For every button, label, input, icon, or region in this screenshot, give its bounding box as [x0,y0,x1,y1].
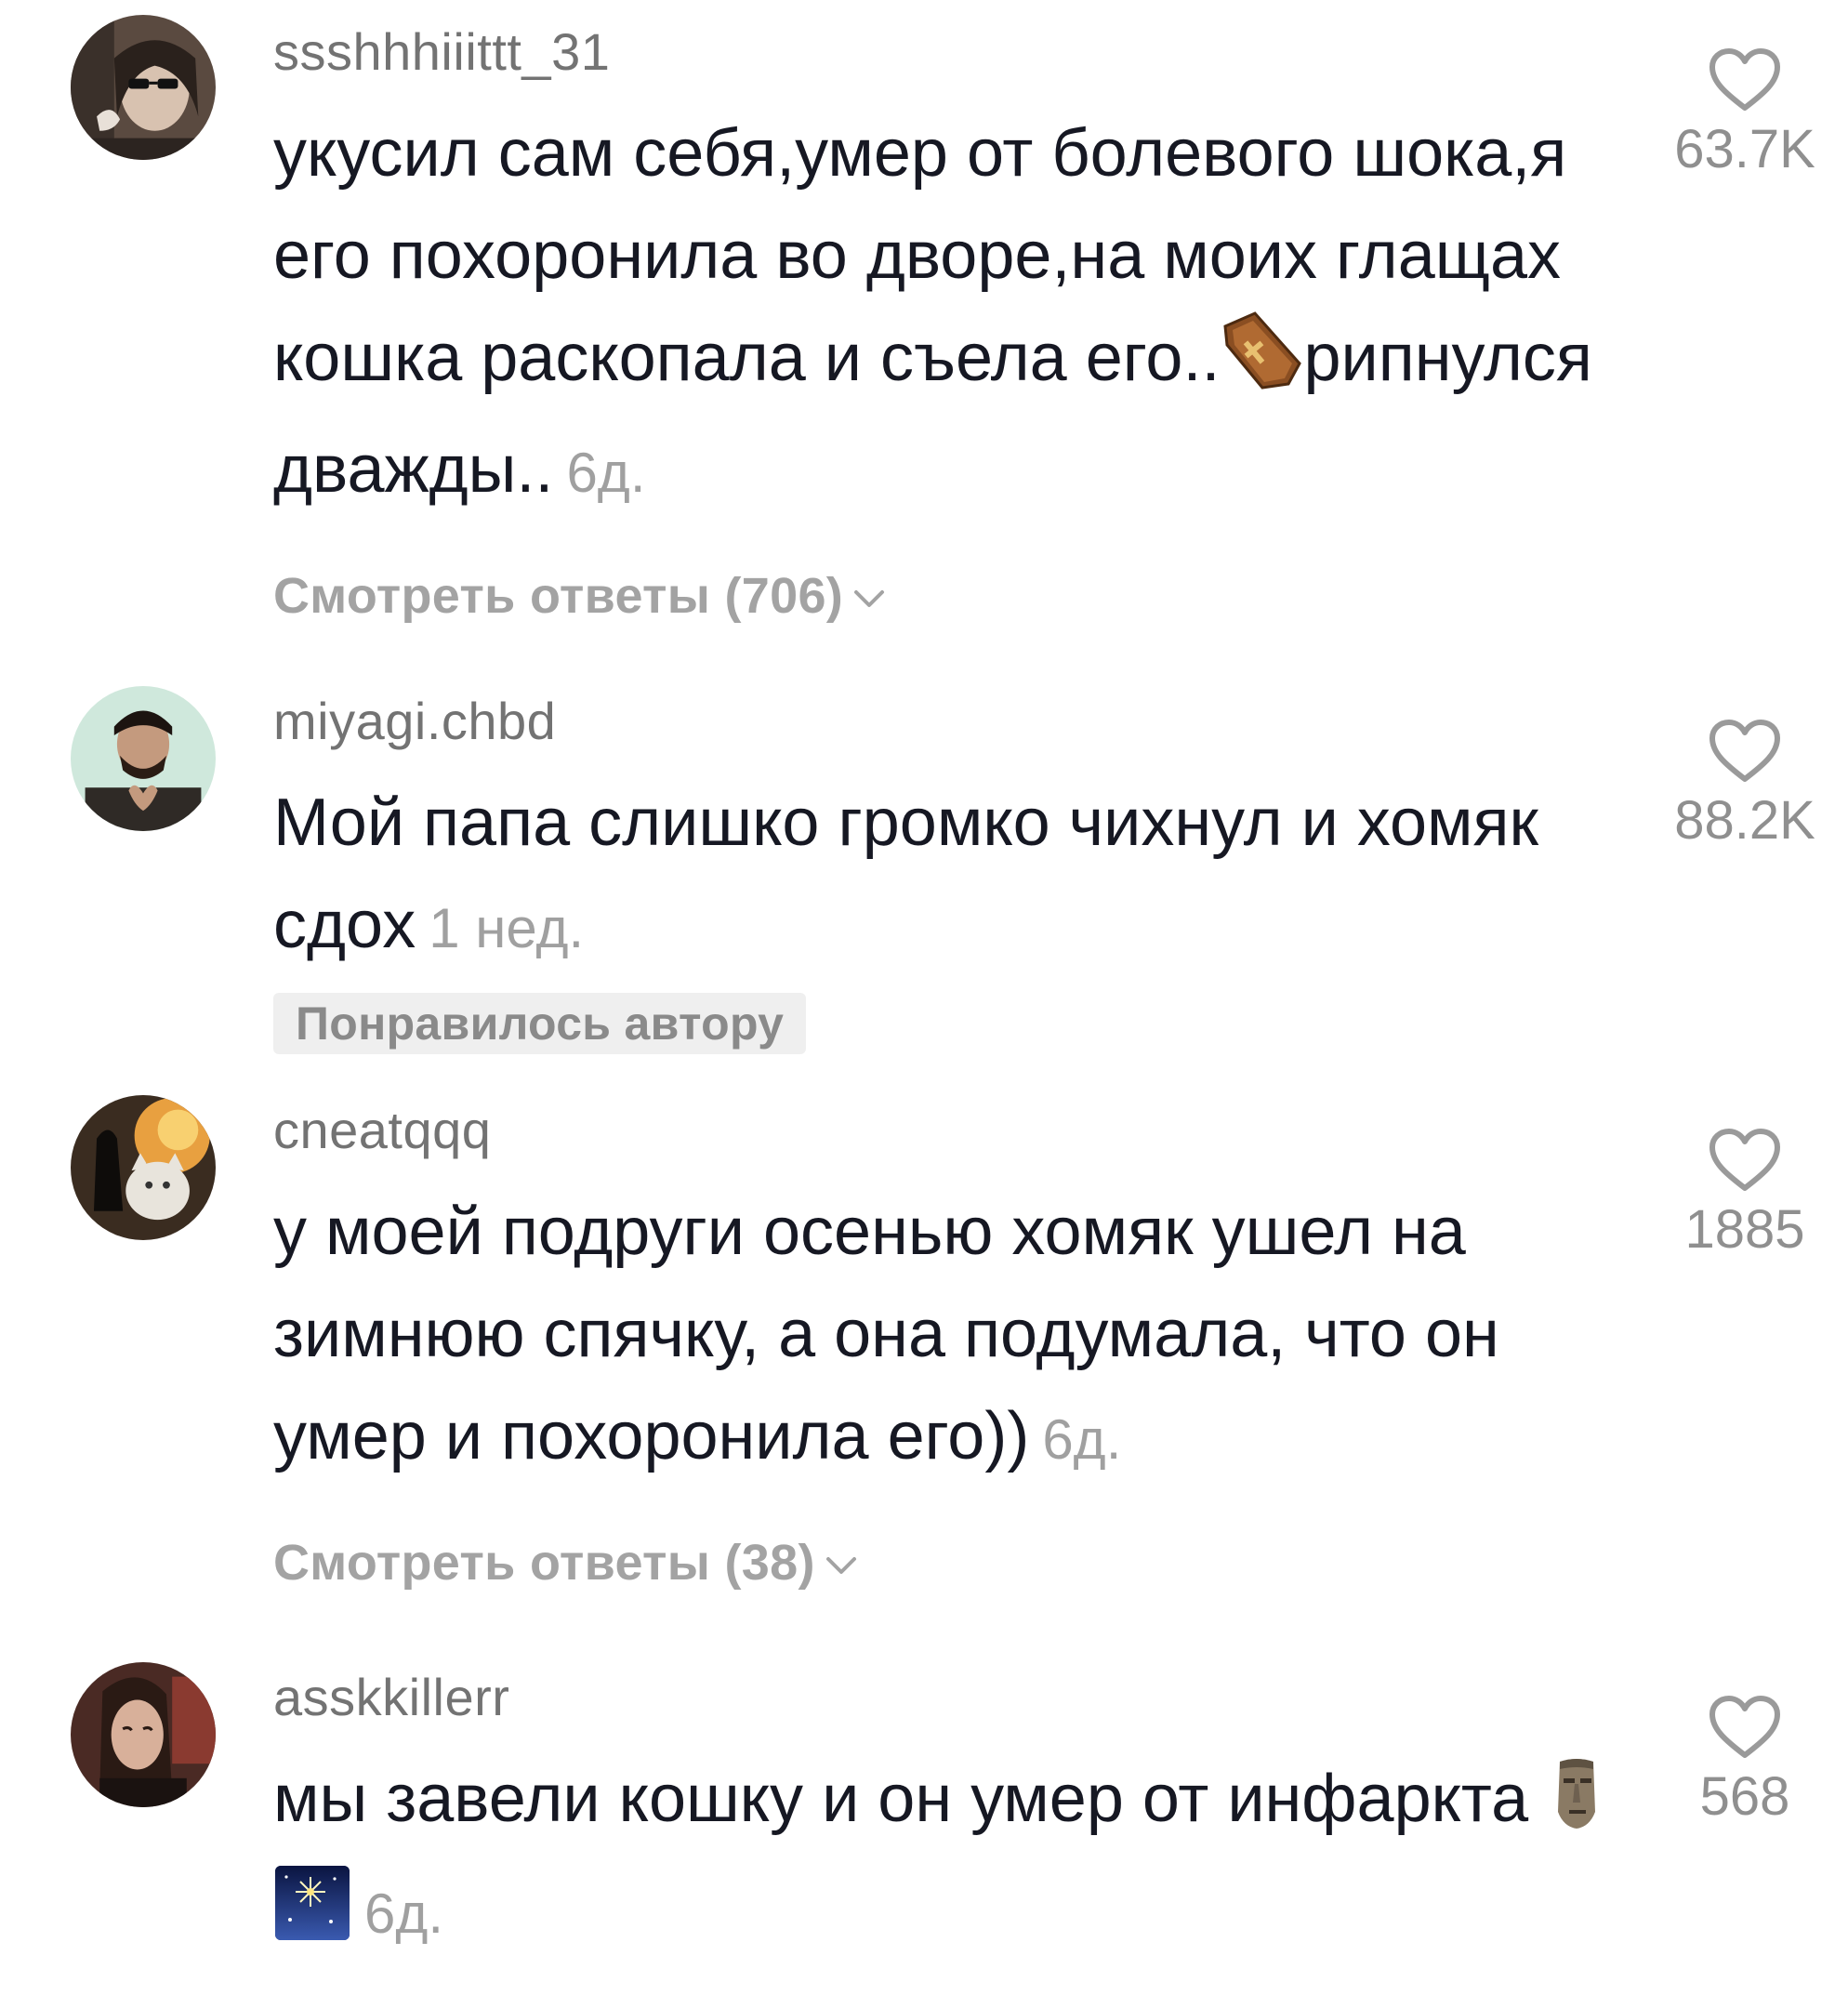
username[interactable]: miyagi.chbd [273,690,1640,753]
heart-icon[interactable] [1707,1694,1783,1761]
avatar[interactable] [71,15,216,160]
like-count: 88.2K [1674,790,1815,851]
comment-time: 1 нед. [429,897,585,959]
avatar-image [71,1095,216,1240]
like-group: 1885 [1647,1127,1842,1262]
view-replies-label: Смотреть ответы (706) [273,568,844,624]
comment-text: мы завели кошку и он умер от инфаркта 6д… [273,1748,1640,1971]
liked-by-creator-badge: Понравилось автору [273,993,807,1054]
view-replies-button[interactable]: Смотреть ответы (706) [273,565,888,627]
like-group: 88.2K [1647,718,1842,853]
moai-icon [1547,1756,1606,1859]
comment-time: 6д. [1042,1408,1122,1471]
comment-time: 6д. [364,1882,444,1945]
avatar[interactable] [71,686,216,831]
like-group: 568 [1647,1694,1842,1830]
avatar-image [71,15,216,160]
heart-icon[interactable] [1707,46,1783,113]
avatar[interactable] [71,1662,216,1807]
view-replies-label: Смотреть ответы (38) [273,1535,815,1591]
avatar[interactable] [71,1095,216,1240]
comment-text: Мой папа слишко громко чихнул и хомяк сд… [273,772,1640,980]
chevron-down-icon [851,565,888,627]
comment-text: у моей подруги осенью хомяк ушел на зимн… [273,1181,1640,1491]
like-count: 1885 [1684,1199,1805,1260]
chevron-down-icon [823,1532,860,1593]
coffin-icon [1220,310,1303,418]
night-sky-icon [273,1864,351,1971]
heart-icon[interactable] [1707,718,1783,785]
like-count: 63.7K [1674,119,1815,179]
view-replies-button[interactable]: Смотреть ответы (38) [273,1532,860,1593]
heart-icon[interactable] [1707,1127,1783,1194]
comment-time: 6д. [566,442,646,504]
username[interactable]: ssshhhiiittt_31 [273,20,1640,84]
avatar-image [71,1662,216,1807]
username[interactable]: cneatqqq [273,1099,1640,1162]
comment-text-body: мы завели кошку и он умер от инфаркта [273,1762,1529,1836]
comment-text-body: у моей подруги осенью хомяк ушел на зимн… [273,1195,1499,1473]
like-group: 63.7K [1647,46,1842,182]
username[interactable]: asskkillerr [273,1666,1640,1729]
avatar-image [71,686,216,831]
like-count: 568 [1699,1766,1790,1827]
comment-text: укусил сам себя,умер от болевого шока,я … [273,102,1640,524]
